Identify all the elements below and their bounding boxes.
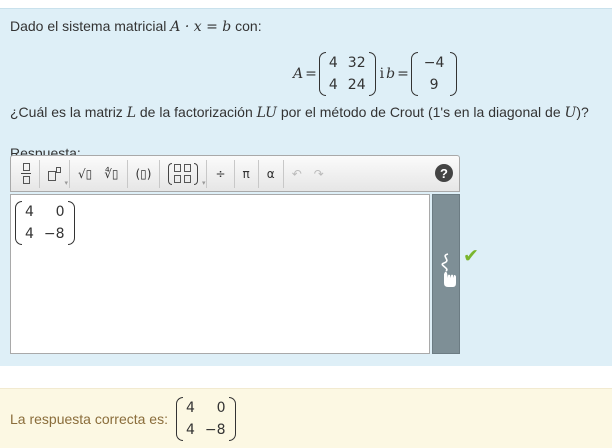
undo-icon[interactable]: ↶ (286, 159, 308, 189)
division-icon[interactable]: ÷ (209, 159, 231, 189)
right-paren (368, 52, 376, 96)
answer-matrix-cell: 0 (55, 204, 65, 220)
math-editor-toolbar: ▾ √▯ ∜▯ (▯) ▾ ÷ π α ↶ ↷ ? (10, 155, 460, 192)
matrix-a-cell: 24 (347, 77, 366, 93)
equals-sign: = (397, 66, 409, 82)
prompt-text: de la factorización (139, 104, 253, 120)
pi-icon[interactable]: π (237, 159, 256, 189)
prompt-text: )? (576, 104, 589, 120)
fraction-icon[interactable] (15, 159, 37, 189)
help-icon[interactable]: ? (435, 164, 453, 182)
prompt-var-u: U (564, 105, 577, 121)
toolbar-separator (257, 159, 259, 188)
vector-b-cell: 9 (429, 77, 439, 93)
left-paren (176, 397, 183, 441)
system-equation: A = 4 32 4 24 i b = −4 9 (293, 51, 459, 97)
toolbar-separator (206, 159, 208, 188)
right-paren (450, 52, 458, 96)
answer-matrix-cell: −8 (43, 226, 65, 242)
conjunction: i (379, 66, 385, 82)
toolbar-separator (69, 159, 70, 188)
answer-matrix: 4 0 4 −8 (15, 201, 75, 245)
prompt-text: por el método de Crout (1's en la diagon… (280, 104, 561, 120)
prompt-var-l: L (126, 105, 136, 121)
toolbar-separator (39, 159, 40, 188)
toolbar-separator (282, 159, 284, 188)
matrix-icon[interactable]: ▾ (162, 159, 205, 189)
correct-matrix-cell: −8 (204, 422, 226, 438)
vector-b: −4 9 (410, 52, 458, 96)
matrix-a-cell: 4 (328, 55, 338, 71)
matrix-a-cell: 32 (347, 55, 366, 71)
math-editor-input[interactable]: 4 0 4 −8 (10, 194, 430, 354)
matrix-a: 4 32 4 24 (318, 52, 376, 96)
left-paren (15, 201, 22, 245)
toolbar-separator (233, 159, 235, 188)
intro-text: Dado el sistema matricial (10, 18, 167, 34)
correct-matrix-cell: 4 (186, 400, 195, 416)
right-paren (67, 201, 75, 245)
vector-b-name: b (386, 66, 396, 82)
nth-root-icon[interactable]: ∜▯ (98, 159, 124, 189)
superscript-icon[interactable]: ▾ (42, 159, 68, 189)
redo-icon[interactable]: ↷ (308, 159, 330, 189)
toolbar-separator (126, 159, 128, 188)
matrix-a-name: A (293, 66, 304, 82)
feedback-panel: La respuesta correcta es: 4 0 4 −8 (0, 388, 612, 448)
correct-matrix-cell: 0 (216, 400, 226, 416)
toolbar-separator (159, 159, 161, 188)
intro-suffix: con: (235, 18, 262, 34)
prompt-var-lu: LU (256, 105, 277, 121)
answer-matrix-cell: 4 (25, 226, 34, 242)
handwriting-mode-bar[interactable] (432, 194, 460, 354)
right-paren (228, 397, 236, 441)
parentheses-icon[interactable]: (▯) (130, 159, 158, 189)
intro-formula: A · x = b (170, 19, 232, 35)
question-intro: Dado el sistema matricial A · x = b con: (10, 18, 262, 35)
vector-b-cell: −4 (423, 55, 445, 71)
correct-matrix-cell: 4 (186, 422, 195, 438)
matrix-a-cell: 4 (328, 77, 338, 93)
sqrt-icon[interactable]: √▯ (72, 159, 98, 189)
question-prompt: ¿Cuál es la matriz L de la factorización… (10, 104, 589, 121)
correct-answer-label: La respuesta correcta es: (10, 411, 168, 427)
left-paren (410, 52, 418, 96)
left-paren (318, 52, 326, 96)
correct-answer-matrix: 4 0 4 −8 (176, 397, 236, 441)
correct-check-icon: ✔ (463, 246, 479, 267)
alpha-icon[interactable]: α (261, 159, 281, 189)
prompt-text: ¿Cuál es la matriz (10, 104, 123, 120)
handwriting-hand-icon (441, 253, 456, 287)
equals-sign: = (305, 66, 317, 82)
answer-matrix-cell: 4 (25, 204, 34, 220)
